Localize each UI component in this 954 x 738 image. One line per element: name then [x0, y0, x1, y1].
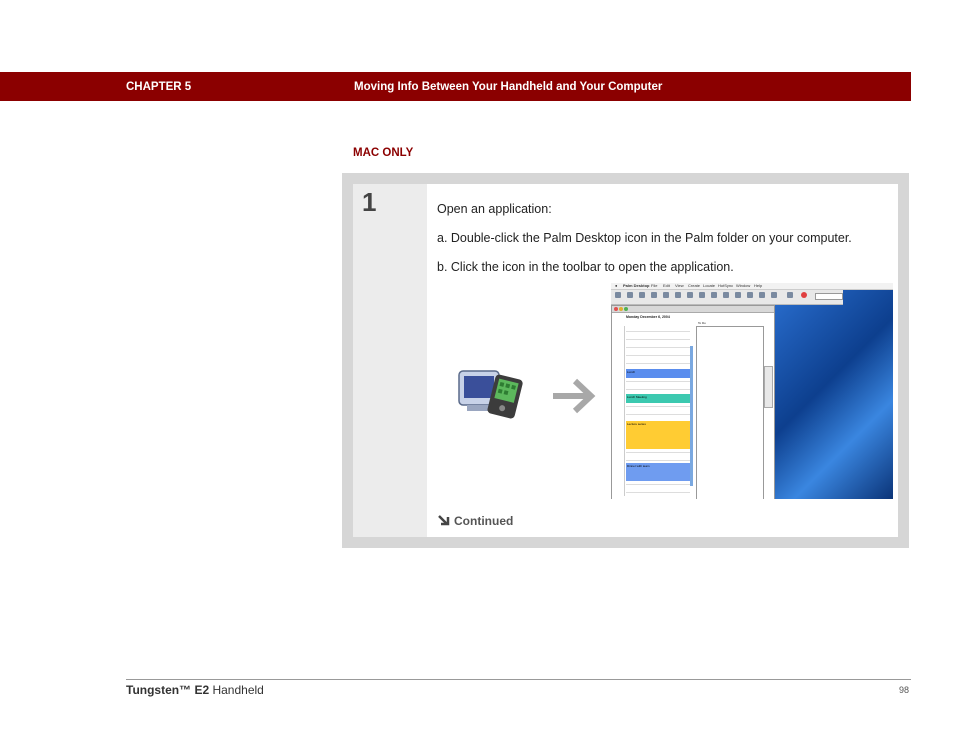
time-slot [626, 406, 690, 407]
todo-pane [696, 326, 764, 499]
menu-edit: Edit [663, 283, 670, 288]
footer-divider [126, 679, 911, 680]
menu-locate: Locate [703, 283, 716, 288]
toolbar-icon [759, 292, 765, 298]
toolbar-icon [651, 292, 657, 298]
product-brand: Tungsten™ E2 [126, 683, 210, 697]
event-label: Lunch [627, 370, 636, 374]
toolbar-icon [711, 292, 717, 298]
todo-heading: To Do [698, 321, 706, 325]
toolbar-icon [627, 292, 633, 298]
event-label: Lunch Meeting [627, 395, 647, 399]
toolbar-icon [747, 292, 753, 298]
toolbar-icon [787, 292, 793, 298]
menu-hotsync: HotSync [718, 283, 734, 288]
time-slot [626, 414, 690, 415]
menu-palm-desktop: Palm Desktop [623, 283, 650, 288]
event-label: Lecture series [627, 422, 646, 426]
chapter-header-bar: CHAPTER 5 Moving Info Between Your Handh… [0, 72, 911, 101]
footer-product: Tungsten™ E2 Handheld [126, 683, 264, 697]
calendar-event: Lecture series [626, 421, 690, 449]
time-slot [626, 389, 690, 390]
calendar-event: Dinner with team [626, 463, 690, 481]
time-slot [626, 460, 690, 461]
calendar-event: Lunch [626, 369, 690, 378]
event-label: Dinner with team [627, 464, 650, 468]
toolbar-icon [663, 292, 669, 298]
product-suffix: Handheld [209, 683, 264, 697]
time-slot [626, 363, 690, 364]
time-slot [626, 484, 690, 485]
time-slot [626, 347, 690, 348]
window-titlebar [612, 306, 774, 313]
down-right-arrow-icon [437, 514, 451, 526]
toolbar-icon [723, 292, 729, 298]
step-item-b: b. Click the icon in the toolbar to open… [437, 260, 734, 274]
time-slot [626, 492, 690, 493]
minimize-icon [619, 307, 623, 311]
palm-desktop-screenshot: ● Palm Desktop File Edit View Create Loc… [611, 283, 893, 499]
chapter-number: CHAPTER 5 [126, 81, 192, 93]
time-slot [626, 381, 690, 382]
step-content: Open an application: a. Double-click the… [427, 184, 898, 537]
time-slot [626, 339, 690, 340]
time-slot [626, 452, 690, 453]
right-arrow-icon [551, 377, 597, 415]
stop-icon [801, 292, 807, 298]
step-number: 1 [362, 187, 377, 217]
menu-bar: ● Palm Desktop File Edit View Create Loc… [611, 283, 893, 290]
apple-icon: ● [615, 283, 618, 288]
palm-desktop-icon [457, 367, 529, 423]
toolbar-icon [615, 292, 621, 298]
step-intro: Open an application: [437, 202, 552, 216]
zoom-icon [624, 307, 628, 311]
calendar-window: Monday December 6, 2004 To Do Lunch Lunc… [611, 305, 775, 499]
menu-view: View [675, 283, 684, 288]
desktop-background [773, 289, 893, 499]
toolbar-icon [771, 292, 777, 298]
menu-create: Create [688, 283, 701, 288]
toolbar-icon [735, 292, 741, 298]
toolbar-icon [675, 292, 681, 298]
continued-indicator: Continued [437, 514, 513, 528]
time-slot [626, 331, 690, 332]
step-number-column [353, 184, 427, 537]
close-icon [614, 307, 618, 311]
section-label: MAC ONLY [353, 147, 414, 159]
scrollbar [690, 346, 693, 486]
chapter-title: Moving Info Between Your Handheld and Yo… [354, 81, 663, 93]
menu-file: File [651, 283, 658, 288]
page-number: 98 [899, 685, 910, 695]
hour-column [614, 326, 625, 496]
view-tabs [764, 366, 773, 408]
continued-label: Continued [454, 514, 514, 528]
calendar-event: Lunch Meeting [626, 394, 690, 403]
toolbar-icon [639, 292, 645, 298]
app-toolbar [611, 290, 843, 305]
step-item-a: a. Double-click the Palm Desktop icon in… [437, 231, 852, 245]
toolbar-icon [699, 292, 705, 298]
search-field [815, 293, 843, 300]
calendar-date-heading: Monday December 6, 2004 [626, 315, 670, 319]
menu-help: Help [754, 283, 763, 288]
menu-window: Window [736, 283, 751, 288]
toolbar-icon [687, 292, 693, 298]
step-box: 1 Open an application: a. Double-click t… [342, 173, 909, 548]
time-slot [626, 355, 690, 356]
